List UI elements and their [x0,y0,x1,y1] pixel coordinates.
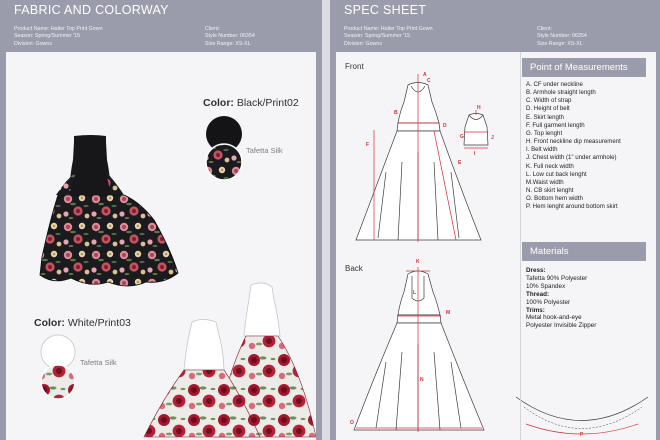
callout-f: F [366,142,370,148]
division: Division: Gowns [14,40,52,47]
pom-item: E. Skirt length [526,113,564,121]
callout-e: E [458,160,462,166]
fabric-info-left: Product Name: Halter Top Print Gown Seas… [14,26,103,48]
thread-label: Thread: [526,290,550,298]
front-view-label: Front [345,62,364,71]
spec-sheet-panel: SPEC SHEET Product Name: Halter Top Prin… [330,0,660,440]
fabric-panel-title: FABRIC AND COLORWAY [14,3,169,17]
size-range: Size Range: XS-XL [205,40,251,47]
back-flat [353,270,485,431]
pom-item: F. Full garment length [526,121,585,129]
callout-d: D [443,123,447,129]
pom-item: B. Armhole straight length [526,89,596,97]
back-view-label: Back [345,264,363,273]
size-range: Size Range: XS-XL [537,40,583,47]
style-number: Style Number: 06354 [537,33,587,40]
callout-b: B [394,110,398,116]
colorway-1-fabric: Tafetta Silk [246,146,283,155]
style-number: Style Number: 06354 [205,33,255,40]
front-flat [355,82,489,241]
thread-material: 100% Polyester [526,298,571,306]
pom-item: N. CB skirt lenght [526,187,574,195]
fabric-colorway-panel: FABRIC AND COLORWAY Product Name: Halter… [0,0,322,440]
pom-item: M.Waist width [526,178,564,186]
callout-n: N [420,377,424,383]
colorway-2-label: Color: White/Print03 [34,317,131,329]
division: Division: Gowns [344,40,382,47]
materials-header: Materials [522,242,646,261]
callout-i: I [474,151,476,157]
callout-j: J [491,135,494,141]
colorway-2-fabric: Tafetta Silk [80,358,117,367]
client: Client: [205,26,221,32]
product-name: Product Name: Halter Top Print Gown [14,26,103,32]
callout-k: K [416,259,420,265]
pom-item: H. Front neckline dip measurement [526,138,621,146]
pom-item: P. Hem lenght around bottom skirt [526,203,618,211]
white-print-swatch [40,364,76,400]
black-print-swatch [205,143,243,181]
callout-g: G [460,134,464,140]
gown-illustrations [39,116,316,438]
spec-info-right: Client: Style Number: 06354 Size Range: … [537,26,587,48]
trims-label: Trims: [526,306,545,314]
trim-material: Polyester Invisible Zipper [526,322,597,330]
pom-item: L. Low cut back lenght [526,170,587,178]
pom-item: O. Bottom hem width [526,195,583,203]
pom-item: C. Width of strap [526,97,572,105]
white-solid-swatch [40,334,76,370]
trim-material: Metal hook-and-eye [526,314,582,322]
pom-item: J. Chest width (1" under armhole) [526,154,617,162]
materials-list: Dress: Tafetta 90% Polyester 10% Spandex… [526,267,650,330]
callout-l: L [413,290,417,296]
spec-panel-title: SPEC SHEET [344,3,427,17]
pom-item: D. Height of belt [526,105,570,113]
season: Season: Spring/Summer '15 [14,33,81,40]
dress-label: Dress: [526,267,546,274]
callout-m: M [446,310,451,316]
pom-item: A. CF under neckline [526,81,583,88]
fabric-info-right: Client: Style Number: 06354 Size Range: … [205,26,255,48]
pom-item: I. Belt width [526,146,558,154]
dress-material: 10% Spandex [526,282,566,290]
product-name: Product Name: Halter Top Print Gown [344,26,433,32]
pom-header: Point of Measurements [522,58,646,77]
callout-c: C [427,78,431,84]
dress-material: Tafetta 90% Polyester [526,274,588,282]
callout-o: O [350,420,354,426]
callout-h: H [477,105,481,111]
colorway-1-label: Color: Black/Print02 [203,97,299,109]
pom-item: K. Full neck width [526,162,574,170]
black-print-gown [39,135,179,287]
spec-info-left: Product Name: Halter Top Print Gown Seas… [344,26,433,48]
client: Client: [537,26,553,32]
season: Season: Spring/Summer '15 [344,33,411,40]
hem-detail [515,396,649,421]
callout-p: P [580,432,584,438]
fabric-sheet: Color: Black/Print02 Tafetta Silk Color:… [6,52,316,440]
pom-list: A. CF under neckline B. Armhole straight… [526,81,650,212]
pom-item: G. Top lenght [526,129,563,137]
